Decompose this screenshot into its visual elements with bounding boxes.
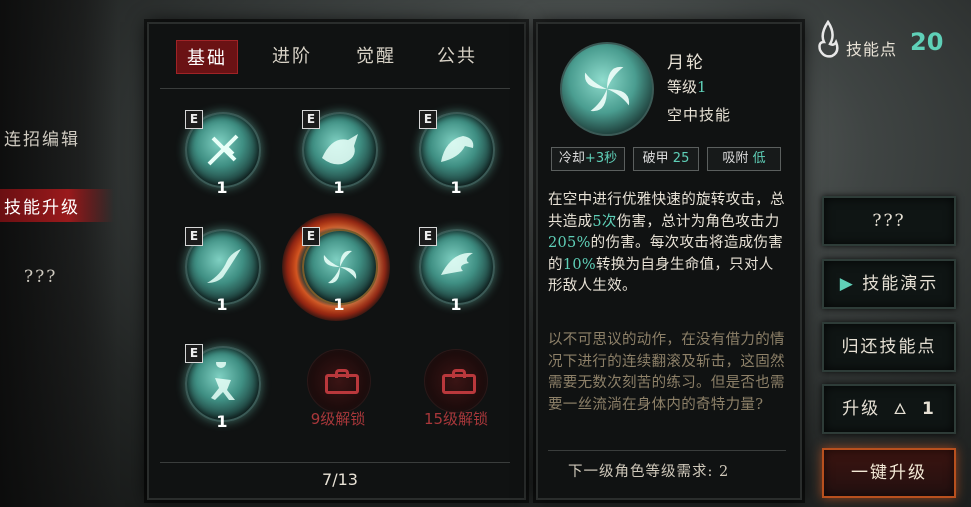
chip-cooldown: 冷却+3秒: [551, 147, 625, 171]
skill-demo-button[interactable]: ▶ 技能演示: [822, 259, 956, 309]
skill-key-badge: E: [419, 227, 437, 246]
skill-key-badge: E: [185, 344, 203, 363]
unlock-requirement: 9级解锁: [310, 410, 366, 428]
nav-skill-upgrade[interactable]: 技能升级: [0, 189, 114, 222]
skill-level: 1: [333, 295, 345, 314]
tab-basic[interactable]: 基础: [176, 40, 238, 74]
tab-advanced[interactable]: 进阶: [272, 42, 312, 68]
chip-armor-break: 破甲 25: [633, 147, 699, 171]
skill-level: 1: [450, 178, 462, 197]
next-level-requirement: 下一级角色等级需求: 2: [568, 464, 730, 480]
skill-points-label: 技能点: [846, 40, 898, 59]
page-indicator: 7/13: [322, 470, 358, 489]
moon-wheel-icon: [584, 66, 630, 112]
left-nav: 连招编辑 技能升级 ???: [0, 0, 118, 507]
wing-blade-icon: [441, 252, 473, 275]
skill-lore: 以不可思议的动作，在没有借力的情况下进行的连续翻滚及斩击，这固然需要无数次刻苦的…: [548, 332, 785, 413]
slash-wave-icon: [207, 249, 241, 283]
chip-adsorb: 吸附 低: [707, 147, 781, 171]
skill-name: 月轮: [667, 53, 705, 73]
fighter-icon: [211, 362, 235, 400]
nav-unknown[interactable]: ???: [24, 267, 134, 287]
play-icon: ▶: [839, 274, 855, 294]
level-value: 1: [697, 78, 707, 96]
skill-key-badge: E: [302, 227, 320, 246]
skill-key-badge: E: [419, 110, 437, 129]
one-click-upgrade-button[interactable]: 一键升级: [822, 448, 956, 498]
upgrade-button[interactable]: 升级 🜂 1: [822, 384, 956, 434]
skill-level: 1: [216, 412, 228, 431]
skill-level: 1: [450, 295, 462, 314]
flame-icon: [816, 19, 840, 58]
beast-icon: [322, 134, 358, 165]
pager-divider: [160, 462, 510, 463]
skill-key-badge: E: [185, 110, 203, 129]
unlock-requirement: 15级解锁: [423, 410, 489, 428]
refund-skill-points-button[interactable]: 归还技能点: [822, 322, 956, 372]
skill-level-row: 等级1: [667, 76, 707, 97]
tab-divider: [160, 88, 510, 89]
eagle-icon: [441, 136, 474, 162]
sword-cross-icon: [207, 134, 239, 166]
skill-key-badge: E: [185, 227, 203, 246]
skill-level: 1: [216, 295, 228, 314]
lock-icon: [442, 369, 476, 394]
skill-type: 空中技能: [667, 106, 732, 124]
req-divider: [548, 450, 786, 451]
unknown-button[interactable]: ???: [822, 196, 956, 246]
lock-icon: [325, 369, 359, 394]
flame-small-icon: 🜂: [893, 400, 909, 418]
moon-wheel-icon: [323, 250, 357, 284]
skill-key-badge: E: [302, 110, 320, 129]
level-label: 等级: [667, 78, 698, 96]
locked-slot-2: [424, 349, 488, 413]
skill-points-value: 20: [910, 28, 944, 56]
tab-awaken[interactable]: 觉醒: [356, 42, 396, 68]
skill-description: 在空中进行优雅快速的旋转攻击，总共造成5次伤害，总计为角色攻击力205%的伤害。…: [548, 192, 785, 294]
detail-skill-icon: [560, 42, 654, 136]
nav-combo-edit[interactable]: 连招编辑: [4, 125, 114, 150]
skill-level: 1: [216, 178, 228, 197]
skill-level: 1: [333, 178, 345, 197]
locked-slot-1: [307, 349, 371, 413]
tab-common[interactable]: 公共: [437, 42, 477, 68]
